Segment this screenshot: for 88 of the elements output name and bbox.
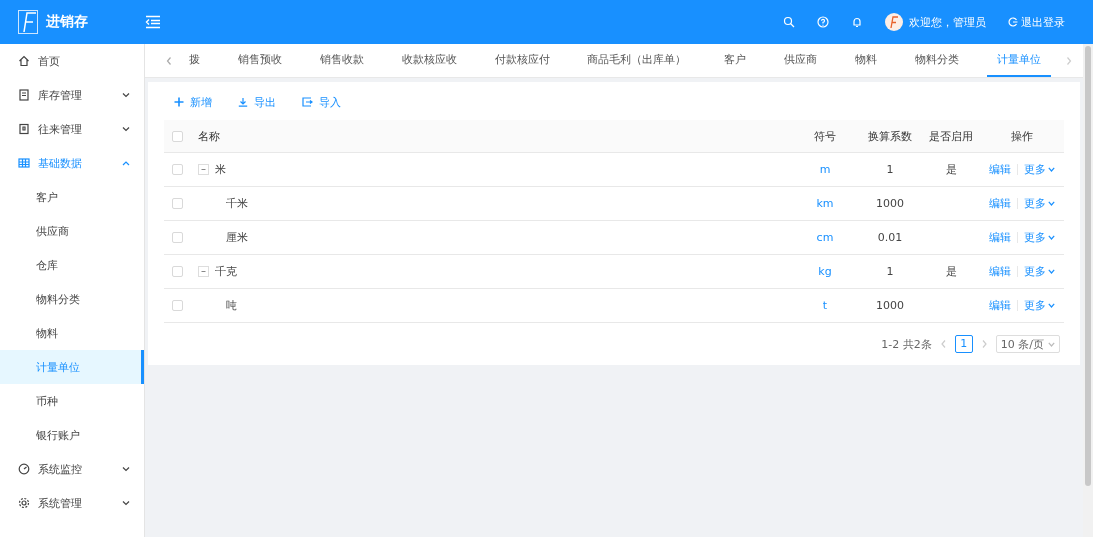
table-cell: 1000 (876, 299, 904, 312)
chevron-right-icon[interactable] (1065, 55, 1073, 66)
checkbox[interactable] (172, 164, 183, 175)
tab[interactable]: 收款核应收 (391, 44, 467, 77)
table-cell: cm (816, 231, 834, 244)
table-cell: 厘米 (226, 230, 248, 245)
table-cell: 千克 (215, 264, 237, 279)
column-header: 名称 (198, 128, 221, 144)
chevron-down-icon (122, 92, 130, 98)
next-page-icon[interactable] (980, 339, 988, 349)
tab[interactable]: 客户 (714, 44, 757, 77)
checkbox[interactable] (172, 232, 183, 243)
sidebar-subitem[interactable]: 供应商 (0, 214, 144, 248)
search-icon[interactable] (783, 16, 795, 28)
table-cell: m (819, 163, 831, 176)
tab[interactable]: 物料 (845, 44, 888, 77)
avatar-icon[interactable] (885, 13, 903, 31)
chevron-down-icon (122, 126, 130, 132)
column-header: 是否启用 (928, 128, 974, 144)
sidebar-subitem[interactable]: 客户 (0, 180, 144, 214)
tab[interactable]: 供应商 (774, 44, 828, 77)
scrollbar[interactable] (1083, 44, 1093, 537)
tab[interactable]: 付款核应付 (484, 44, 560, 77)
sidebar-subitem[interactable]: 物料分类 (0, 282, 144, 316)
tab[interactable]: 拨 (179, 44, 210, 77)
column-header: 符号 (813, 128, 837, 144)
table-cell: kg (818, 265, 832, 278)
plus-icon (174, 97, 184, 107)
checkbox[interactable] (172, 130, 183, 142)
table-cell: km (816, 197, 834, 210)
table-cell: 米 (215, 162, 226, 177)
app-title: 进销存 (46, 13, 88, 31)
table-cell: 0.01 (877, 231, 903, 244)
sidebar-item[interactable]: 首页 (0, 44, 144, 78)
settings-icon (18, 497, 30, 509)
table-cell: 1 (886, 163, 894, 176)
prev-page-icon[interactable] (939, 339, 947, 349)
table-cell: t (822, 299, 828, 312)
checkbox[interactable] (172, 266, 183, 277)
tab[interactable]: 销售收款 (309, 44, 374, 77)
caret-icon (1048, 235, 1055, 240)
logout-icon (1008, 17, 1018, 27)
caret-icon (1048, 269, 1055, 274)
table-cell: 是 (945, 265, 957, 278)
caret-icon (1048, 341, 1055, 347)
collapse-toggle[interactable] (198, 164, 209, 175)
checkbox[interactable] (172, 198, 183, 209)
gauge-icon (18, 463, 30, 475)
table-cell: 千米 (226, 196, 248, 211)
tab[interactable]: 商品毛利（出库单） (577, 44, 697, 77)
table-cell: 吨 (226, 298, 237, 313)
box-icon (18, 123, 30, 135)
bell-icon[interactable] (851, 16, 863, 28)
sidebar-subitem[interactable]: 币种 (0, 384, 144, 418)
total-count: 1-2 共2条 (881, 336, 932, 352)
chevron-up-icon (122, 160, 130, 166)
chevron-down-icon (122, 500, 130, 506)
table-cell: 1 (886, 265, 894, 278)
menu-fold-icon[interactable] (145, 15, 161, 29)
document-icon (18, 89, 30, 101)
column-header: 换算系数 (867, 128, 913, 144)
page-size-select[interactable]: 10 条/页 (995, 335, 1060, 353)
caret-icon (1048, 201, 1055, 206)
table-cell: 1000 (876, 197, 904, 210)
sidebar-item[interactable]: 系统监控 (0, 452, 144, 486)
caret-icon (1048, 303, 1055, 308)
home-icon (18, 55, 30, 67)
sidebar-item[interactable]: 系统管理 (0, 486, 144, 520)
logo-icon (18, 10, 38, 34)
column-header: 操作 (1010, 128, 1034, 144)
chevron-down-icon (122, 466, 130, 472)
sidebar-subitem[interactable]: 仓库 (0, 248, 144, 282)
download-icon (238, 97, 248, 107)
import-icon (302, 97, 313, 107)
checkbox[interactable] (172, 300, 183, 311)
tab[interactable]: 销售预收 (227, 44, 292, 77)
collapse-toggle[interactable] (198, 266, 209, 277)
sidebar-item[interactable]: 往来管理 (0, 112, 144, 146)
sidebar-item[interactable]: 库存管理 (0, 78, 144, 112)
tab[interactable]: 物料分类 (905, 44, 969, 77)
help-icon[interactable] (817, 16, 829, 28)
caret-icon (1048, 167, 1055, 172)
sidebar-subitem[interactable]: 物料 (0, 316, 144, 350)
sidebar-subitem[interactable]: 银行账户 (0, 418, 144, 452)
welcome-text: 欢迎您，管理员 (909, 14, 986, 30)
table-icon (18, 157, 30, 169)
chevron-left-icon[interactable] (165, 55, 173, 66)
table-cell: 是 (945, 163, 957, 176)
